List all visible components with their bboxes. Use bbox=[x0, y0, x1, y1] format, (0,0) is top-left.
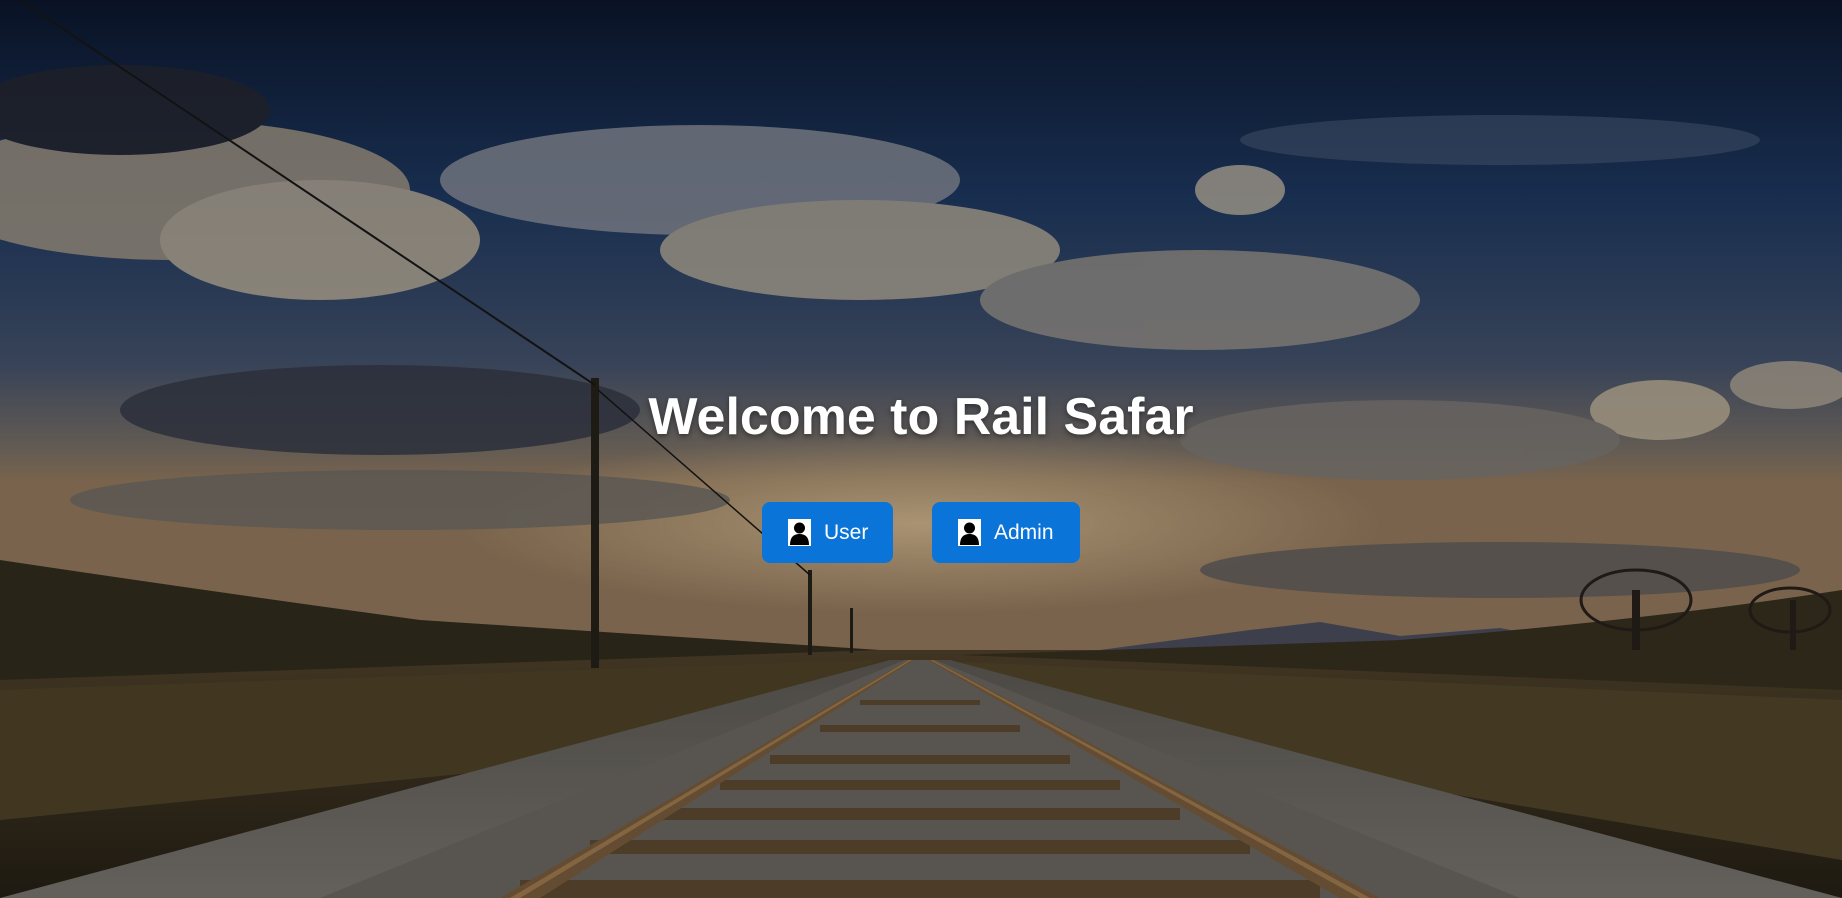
dark-overlay bbox=[0, 0, 1842, 898]
user-icon bbox=[958, 519, 981, 546]
user-icon bbox=[788, 519, 811, 546]
landing-page: Welcome to Rail Safar User Admin bbox=[0, 0, 1842, 898]
user-button-label: User bbox=[824, 520, 869, 544]
user-button[interactable]: User bbox=[762, 502, 893, 563]
admin-button-label: Admin bbox=[994, 520, 1054, 544]
page-title: Welcome to Rail Safar bbox=[648, 388, 1194, 446]
login-choice-buttons: User Admin bbox=[0, 502, 1842, 563]
admin-button[interactable]: Admin bbox=[932, 502, 1080, 563]
